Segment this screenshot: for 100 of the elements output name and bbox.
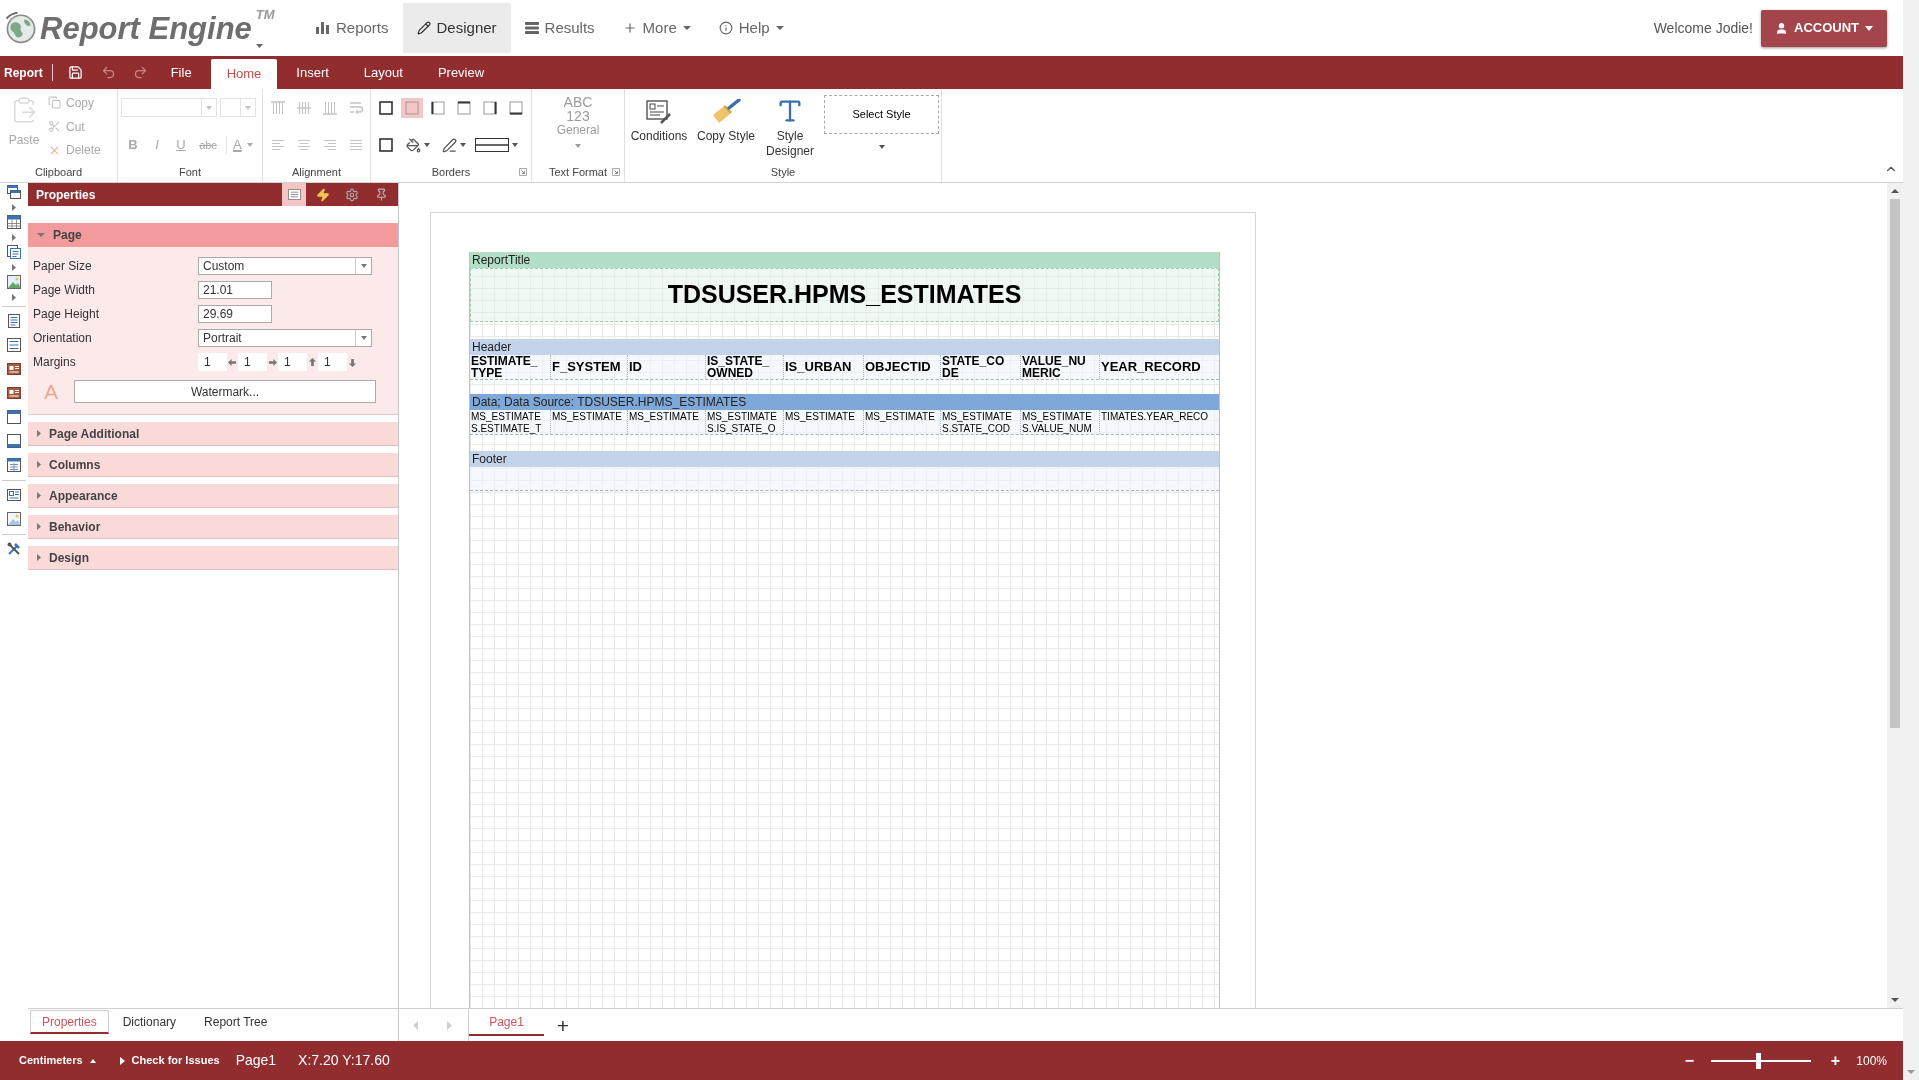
header-field: IS_STATE_ OWNED [706,355,784,379]
image-icon[interactable] [6,274,22,290]
window-icon[interactable] [6,409,22,425]
section-header[interactable]: Design [28,546,398,570]
save-icon[interactable] [67,65,83,80]
scrollbar-thumb[interactable] [1890,199,1900,728]
caret-icon [89,1058,96,1063]
dialog-launcher-icon[interactable] [519,168,527,176]
select-field[interactable]: Custom [198,257,372,275]
group-label: Alignment [292,164,341,180]
caret-icon [360,264,367,268]
caret-icon [37,554,41,561]
select-style-box[interactable]: Select Style [824,95,939,134]
border-right-icon [483,101,497,115]
nav-link[interactable]: More [608,3,705,53]
margin-field[interactable]: 1 [238,353,267,371]
caret-icon [37,461,41,468]
slider-thumb[interactable] [1756,1052,1762,1069]
tools-icon[interactable] [6,541,22,557]
expand-arrow-icon[interactable] [12,203,16,211]
zoom-in-button[interactable]: + [1828,1052,1843,1069]
number-field[interactable]: 21.01 [198,281,272,299]
expand-arrow-icon[interactable] [12,263,16,271]
page-tab[interactable]: Page1 [469,1009,544,1036]
arrow-down-icon [348,357,357,367]
ribbon-tab[interactable]: Insert [280,56,345,89]
pen-icon[interactable] [442,137,457,153]
margin-field[interactable]: 1 [198,353,227,371]
page-icon[interactable] [6,313,22,329]
expand-arrow-icon[interactable] [12,233,16,241]
border-top-icon [457,101,471,115]
field-label: Margins [32,354,77,371]
stack-icon [524,21,539,35]
card-icon[interactable] [6,385,22,401]
scroll-down-arrow-icon[interactable] [1891,998,1899,1002]
number-field[interactable]: 29.69 [198,305,272,323]
page-name: Page1 [235,1051,277,1070]
panel-icon[interactable] [6,433,22,449]
panel-tab[interactable]: Properties [30,1010,109,1034]
table-icon[interactable] [6,214,22,230]
section-header[interactable]: Behavior [28,515,398,539]
welcome-text: Welcome Jodie! [1653,18,1753,38]
ribbon-tab[interactable]: Preview [421,56,501,89]
image-icon[interactable] [6,511,22,527]
conditions-button[interactable]: Conditions [630,95,688,144]
select-field[interactable]: Portrait [198,329,372,347]
ribbon-tab[interactable]: Home [210,59,278,89]
group-label: Clipboard [34,164,83,180]
nav-link[interactable]: Reports [302,3,403,53]
ribbon-tab[interactable]: File [154,56,208,89]
nav-link[interactable]: Help [704,3,798,53]
data-field: MS_ESTIMATE [628,410,706,434]
caret-icon [512,143,518,147]
panel-tool-button[interactable] [282,183,306,206]
check-issues-button[interactable]: Check for Issues [119,1052,220,1069]
section-header[interactable]: Page [28,223,398,247]
windows-icon[interactable] [6,184,22,200]
paint-bucket-icon[interactable] [406,137,421,153]
data-field: MS_ESTIMATE S.VALUE_NUM [1021,410,1100,434]
panel-tab[interactable]: Dictionary [108,1010,191,1034]
margin-field[interactable]: 1 [278,353,307,371]
page-icon[interactable] [6,337,22,353]
copy-style-button[interactable]: Copy Style [696,95,756,144]
style-designer-button[interactable]: Style Designer [764,95,816,159]
user-icon [1775,21,1788,35]
grid-icon[interactable] [6,457,22,473]
section-header[interactable]: Appearance [28,484,398,508]
field-label: Page Width [32,282,97,299]
header-field: YEAR_RECORD [1100,355,1220,379]
card-icon[interactable] [6,361,22,377]
documents-icon[interactable] [6,244,22,260]
dialog-launcher-icon[interactable] [612,168,620,176]
band-caption: Header [470,339,1219,355]
group-label: Style [770,164,796,180]
zoom-out-button[interactable]: − [1682,1052,1697,1069]
expand-arrow-icon[interactable] [12,293,16,301]
scroll-up-arrow-icon[interactable] [1891,189,1899,193]
line-style-icon[interactable] [475,138,509,152]
nav-link[interactable]: Designer [402,3,511,53]
caret-icon [37,233,45,237]
margin-field[interactable]: 1 [318,353,347,371]
border-left-icon [431,101,445,115]
vertical-scrollbar[interactable] [1887,183,1903,1008]
data-field: MS_ESTIMATE S.ESTIMATE_T [470,410,551,434]
ribbon-tab[interactable]: Layout [347,56,419,89]
add-page-button[interactable]: + [552,1009,574,1041]
page-scrollbar[interactable] [1903,0,1919,1080]
field-label: Paper Size [32,258,93,275]
section-header[interactable]: Columns [28,453,398,477]
watermark-glyph: A [43,380,59,403]
caret-icon [575,144,581,148]
band-caption: Footer [470,451,1219,467]
nav-link[interactable]: Results [510,3,609,53]
watermark-button[interactable]: Watermark... [74,380,376,403]
account-button[interactable]: ACCOUNT [1761,9,1887,47]
caret-icon [424,143,430,147]
text-box-icon[interactable] [6,487,22,503]
panel-tab[interactable]: Report Tree [190,1010,282,1034]
section-header[interactable]: Page Additional [28,422,398,446]
units-button[interactable]: Centimeters [19,1052,96,1069]
